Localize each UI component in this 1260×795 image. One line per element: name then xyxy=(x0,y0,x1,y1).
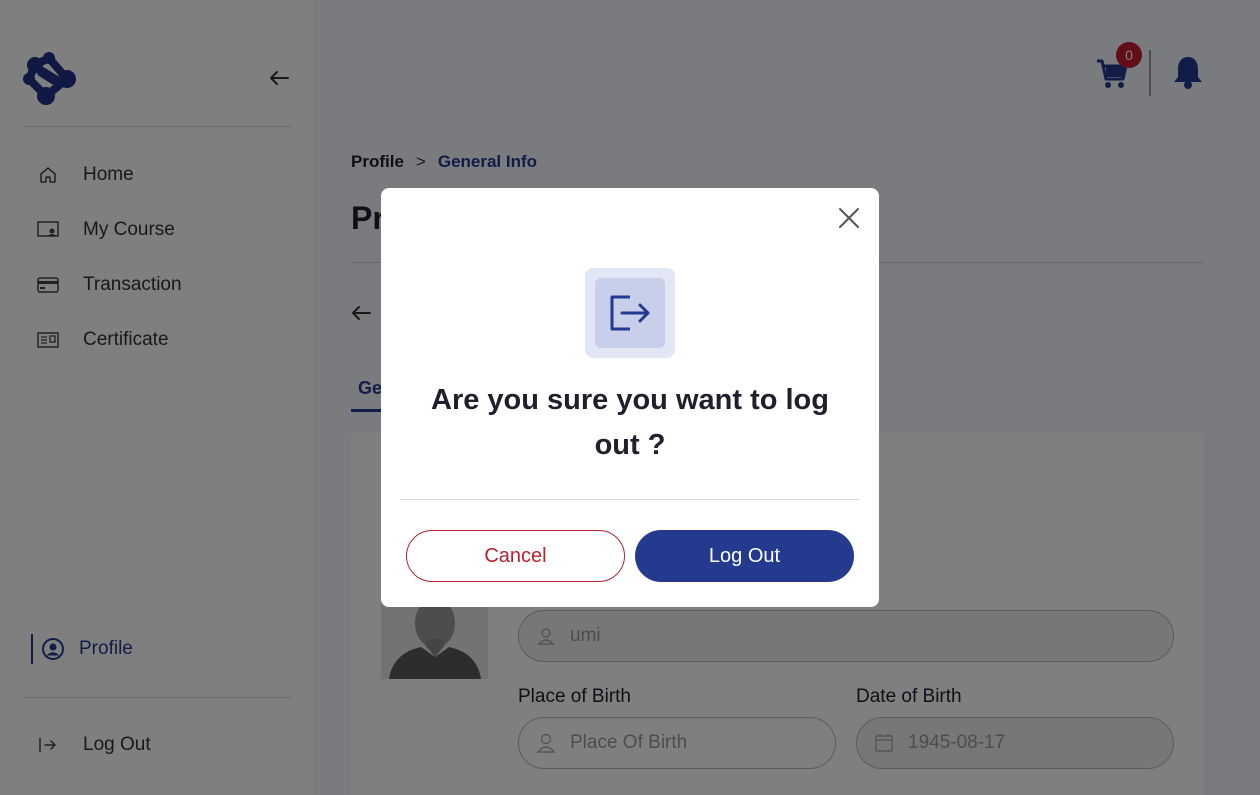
logout-icon xyxy=(595,278,665,348)
dialog-message: Are you sure you want to log out ? xyxy=(431,384,829,461)
close-icon[interactable] xyxy=(837,206,861,230)
cancel-button[interactable]: Cancel xyxy=(406,530,625,582)
dialog-divider xyxy=(400,499,859,500)
confirm-logout-button[interactable]: Log Out xyxy=(635,530,854,582)
logout-confirm-dialog: Are you sure you want to log out ? Cance… xyxy=(381,188,879,607)
logout-icon-box xyxy=(585,268,675,358)
